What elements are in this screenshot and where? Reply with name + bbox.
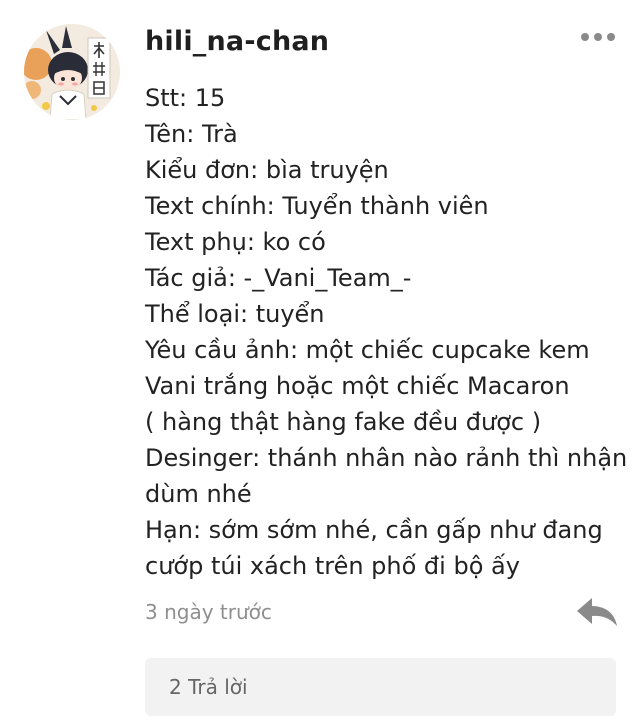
comment-line: Tác giả: -_Vani_Team_-	[145, 264, 412, 292]
comment-line: dùm nhé	[145, 480, 252, 508]
username[interactable]: hili_na-chan	[145, 26, 329, 57]
replies-label: 2 Trả lời	[169, 675, 248, 699]
user-avatar[interactable]	[24, 24, 120, 120]
more-options-icon	[594, 33, 602, 41]
reply-arrow-icon	[577, 598, 617, 626]
comment-line: Yêu cầu ảnh: một chiếc cupcake kem	[145, 336, 590, 364]
reply-button[interactable]	[574, 594, 620, 630]
comment-line: cướp túi xách trên phố đi bộ ấy	[145, 552, 520, 580]
comment-line: Stt: 15	[145, 84, 226, 112]
comment-line: ( hàng thật hàng fake đều được )	[145, 408, 542, 436]
comment-line: Thể loại: tuyển	[145, 300, 325, 328]
comment-body: Stt: 15 Tên: Trà Kiểu đơn: bìa truyện Te…	[145, 80, 628, 584]
more-options-icon	[607, 33, 615, 41]
comment-line: Hạn: sớm sớm nhé, cần gấp như đang	[145, 516, 603, 544]
view-replies-button[interactable]: 2 Trả lời	[145, 658, 616, 716]
more-options-icon	[581, 33, 589, 41]
avatar-image	[24, 24, 120, 120]
more-options-button[interactable]	[574, 22, 622, 52]
comment-line: Text chính: Tuyển thành viên	[145, 192, 489, 220]
comment-line: Kiểu đơn: bìa truyện	[145, 156, 389, 184]
comment-line: Text phụ: ko có	[145, 228, 326, 256]
comment-card: hili_na-chan Stt: 15 Tên: Trà Kiểu đơn: …	[0, 0, 640, 727]
comment-line: Desinger: thánh nhân nào rảnh thì nhận	[145, 444, 628, 472]
comment-line: Vani trắng hoặc một chiếc Macaron	[145, 372, 570, 400]
comment-timestamp: 3 ngày trước	[145, 600, 272, 624]
comment-line: Tên: Trà	[145, 120, 238, 148]
